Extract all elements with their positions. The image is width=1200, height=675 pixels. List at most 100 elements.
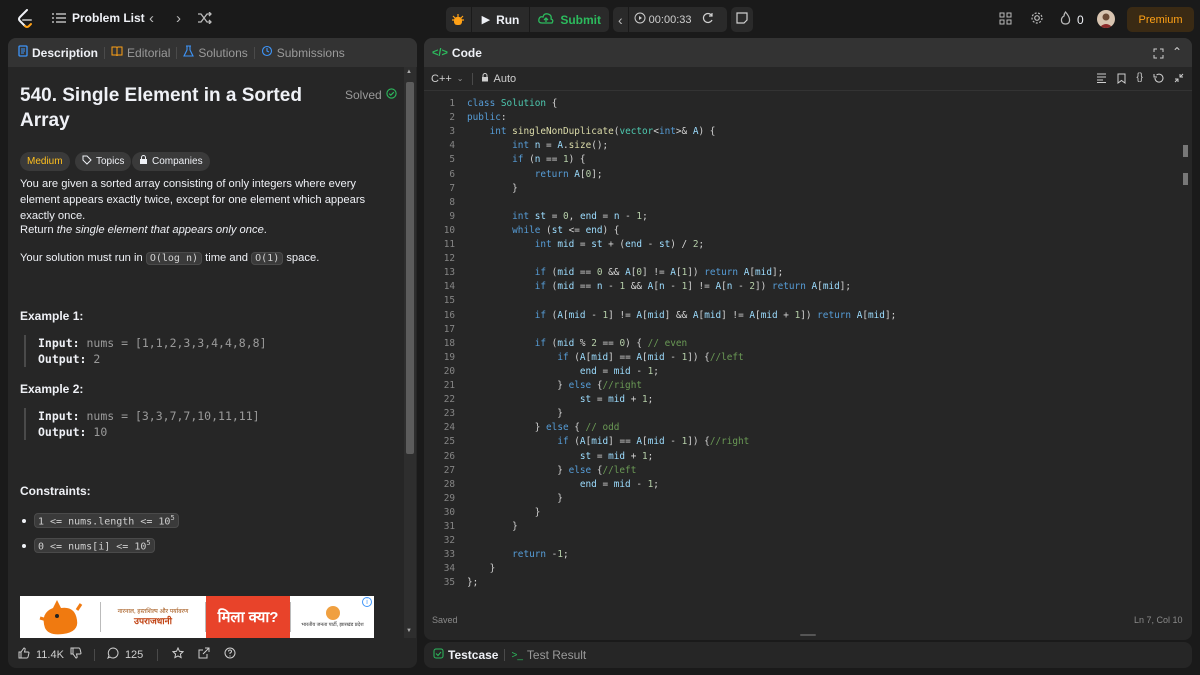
code-line[interactable]: return A[0];	[467, 169, 603, 180]
help-icon[interactable]	[224, 647, 236, 662]
line-number: 32	[443, 535, 455, 547]
line-number: 25	[443, 436, 455, 448]
problem-list-button[interactable]: Problem List	[52, 11, 145, 25]
tab-test-result[interactable]: >_ Test Result	[505, 648, 592, 662]
code-line[interactable]: if (A[mid - 1] != A[mid] && A[mid] != A[…	[467, 310, 897, 321]
auto-mode[interactable]: Auto	[481, 72, 517, 85]
code-line[interactable]: if (mid == 0 && A[0] != A[1]) return A[m…	[467, 267, 784, 278]
share-icon[interactable]	[198, 647, 210, 662]
premium-button[interactable]: Premium	[1127, 7, 1194, 32]
cloud-upload-icon	[538, 12, 554, 27]
language-select[interactable]: C++ ⌄	[424, 73, 464, 85]
line-number: 35	[443, 577, 455, 589]
star-icon[interactable]	[172, 646, 185, 662]
ad-text: उपराजधानी	[134, 615, 172, 626]
debug-icon[interactable]	[446, 7, 471, 32]
prev-problem-icon[interactable]: ‹	[149, 10, 154, 27]
thumbs-up-icon[interactable]	[18, 647, 30, 662]
code-line[interactable]: int st = 0, end = n - 1;	[467, 211, 648, 222]
timer-value: 00:00:33	[648, 13, 692, 26]
tab-testcase[interactable]: Testcase	[424, 648, 504, 662]
shuffle-icon[interactable]	[198, 12, 212, 24]
code-line[interactable]: } else {//right	[467, 380, 642, 391]
problem-statement: You are given a sorted array consisting …	[20, 178, 366, 222]
toolbar-divider	[471, 72, 473, 85]
code-line[interactable]: }	[467, 507, 541, 518]
output-value: 10	[93, 425, 108, 439]
code-line[interactable]: }	[467, 493, 563, 504]
topics-button[interactable]: Topics	[75, 152, 132, 171]
code-line[interactable]: int singleNonDuplicate(vector<int>& A) {	[467, 126, 716, 137]
collapse-timer-icon[interactable]: ‹	[613, 12, 628, 28]
lock-icon	[139, 155, 148, 168]
comment-icon[interactable]	[106, 647, 119, 662]
braces-icon[interactable]: {}	[1136, 73, 1143, 87]
code-line[interactable]: if (n == 1) {	[467, 154, 585, 165]
save-status: Saved	[432, 615, 458, 625]
description-scroll-thumb[interactable]	[406, 82, 414, 454]
reset-icon[interactable]	[1153, 73, 1164, 87]
streak-counter[interactable]: 0	[1060, 11, 1084, 28]
code-line[interactable]: }	[467, 563, 496, 574]
run-button[interactable]: ▶ Run	[472, 13, 530, 27]
example-2-block: Input: nums = [3,3,7,7,10,11,11] Output:…	[24, 408, 394, 440]
code-line[interactable]: if (mid % 2 == 0) { // even	[467, 338, 687, 349]
scroll-up-icon[interactable]: ▲	[406, 69, 412, 75]
submit-button[interactable]: Submit	[530, 12, 609, 27]
layout-icon[interactable]	[999, 12, 1012, 25]
scroll-down-icon[interactable]: ▼	[406, 628, 412, 634]
ad-info-icon[interactable]: i	[362, 597, 372, 607]
thumbs-down-icon[interactable]	[70, 647, 82, 662]
constraint-exponent: 5	[146, 539, 151, 547]
resize-handle[interactable]	[800, 634, 816, 636]
code-line[interactable]: if (A[mid] == A[mid - 1]) {//right	[467, 436, 749, 447]
collapse-chevron-icon[interactable]: ⌃	[1172, 45, 1182, 59]
settings-gear-icon[interactable]	[1030, 11, 1044, 25]
bookmark-icon[interactable]	[1117, 73, 1126, 87]
code-line[interactable]: if (A[mid] == A[mid - 1]) {//left	[467, 352, 743, 363]
code-line[interactable]: class Solution {	[467, 98, 557, 109]
code-line[interactable]: while (st <= end) {	[467, 225, 619, 236]
code-line[interactable]: public:	[467, 112, 507, 123]
next-problem-icon[interactable]: ›	[176, 10, 181, 27]
code-line[interactable]: int mid = st + (end - st) / 2;	[467, 239, 704, 250]
run-submit-group: ▶ Run Submit	[446, 7, 609, 32]
inline-code: O(1)	[251, 252, 284, 265]
line-number: 7	[449, 182, 455, 194]
notes-button[interactable]	[731, 7, 753, 32]
code-line[interactable]: } else {//left	[467, 465, 636, 476]
constraint-exponent: 5	[170, 514, 175, 522]
companies-label: Companies	[152, 156, 203, 167]
leetcode-logo-icon[interactable]	[16, 9, 34, 29]
code-line[interactable]: } else { // odd	[467, 422, 620, 433]
code-line[interactable]: end = mid - 1;	[467, 479, 659, 490]
mode-label: Auto	[493, 72, 517, 85]
code-line[interactable]: };	[467, 577, 478, 588]
code-editor[interactable]: 1 class Solution {2 public: 3 int singleNon…	[425, 96, 1192, 606]
collapse-editor-icon[interactable]	[1174, 73, 1184, 87]
companies-button[interactable]: Companies	[132, 152, 210, 171]
user-avatar[interactable]	[1097, 10, 1115, 28]
tab-code[interactable]: </> Code	[424, 46, 488, 60]
timer[interactable]: 00:00:33	[629, 12, 697, 27]
code-line[interactable]: }	[467, 183, 518, 194]
checkbox-icon	[433, 648, 444, 662]
code-line[interactable]: st = mid + 1;	[467, 394, 653, 405]
likes-count: 11.4K	[36, 648, 64, 661]
difficulty-badge[interactable]: Medium	[20, 152, 70, 171]
code-line[interactable]: }	[467, 521, 518, 532]
line-number: 28	[443, 478, 455, 490]
reset-timer-icon[interactable]	[697, 11, 719, 29]
solved-label: Solved	[345, 88, 382, 102]
code-line[interactable]: int n = A.size();	[467, 140, 608, 151]
format-icon[interactable]	[1096, 73, 1107, 87]
advertisement-banner[interactable]: नारनाल, हस्तशिल्प और पर्यावरण उपराजधानी …	[20, 596, 374, 638]
line-number: 14	[443, 281, 455, 293]
code-line[interactable]: return -1;	[467, 549, 568, 560]
code-line[interactable]: }	[467, 408, 563, 419]
maximize-icon[interactable]	[1153, 46, 1164, 64]
code-line[interactable]: st = mid + 1;	[467, 451, 653, 462]
code-line[interactable]: end = mid - 1;	[467, 366, 659, 377]
text-span: space.	[283, 252, 320, 264]
code-line[interactable]: if (mid == n - 1 && A[n - 1] != A[n - 2]…	[467, 281, 851, 292]
